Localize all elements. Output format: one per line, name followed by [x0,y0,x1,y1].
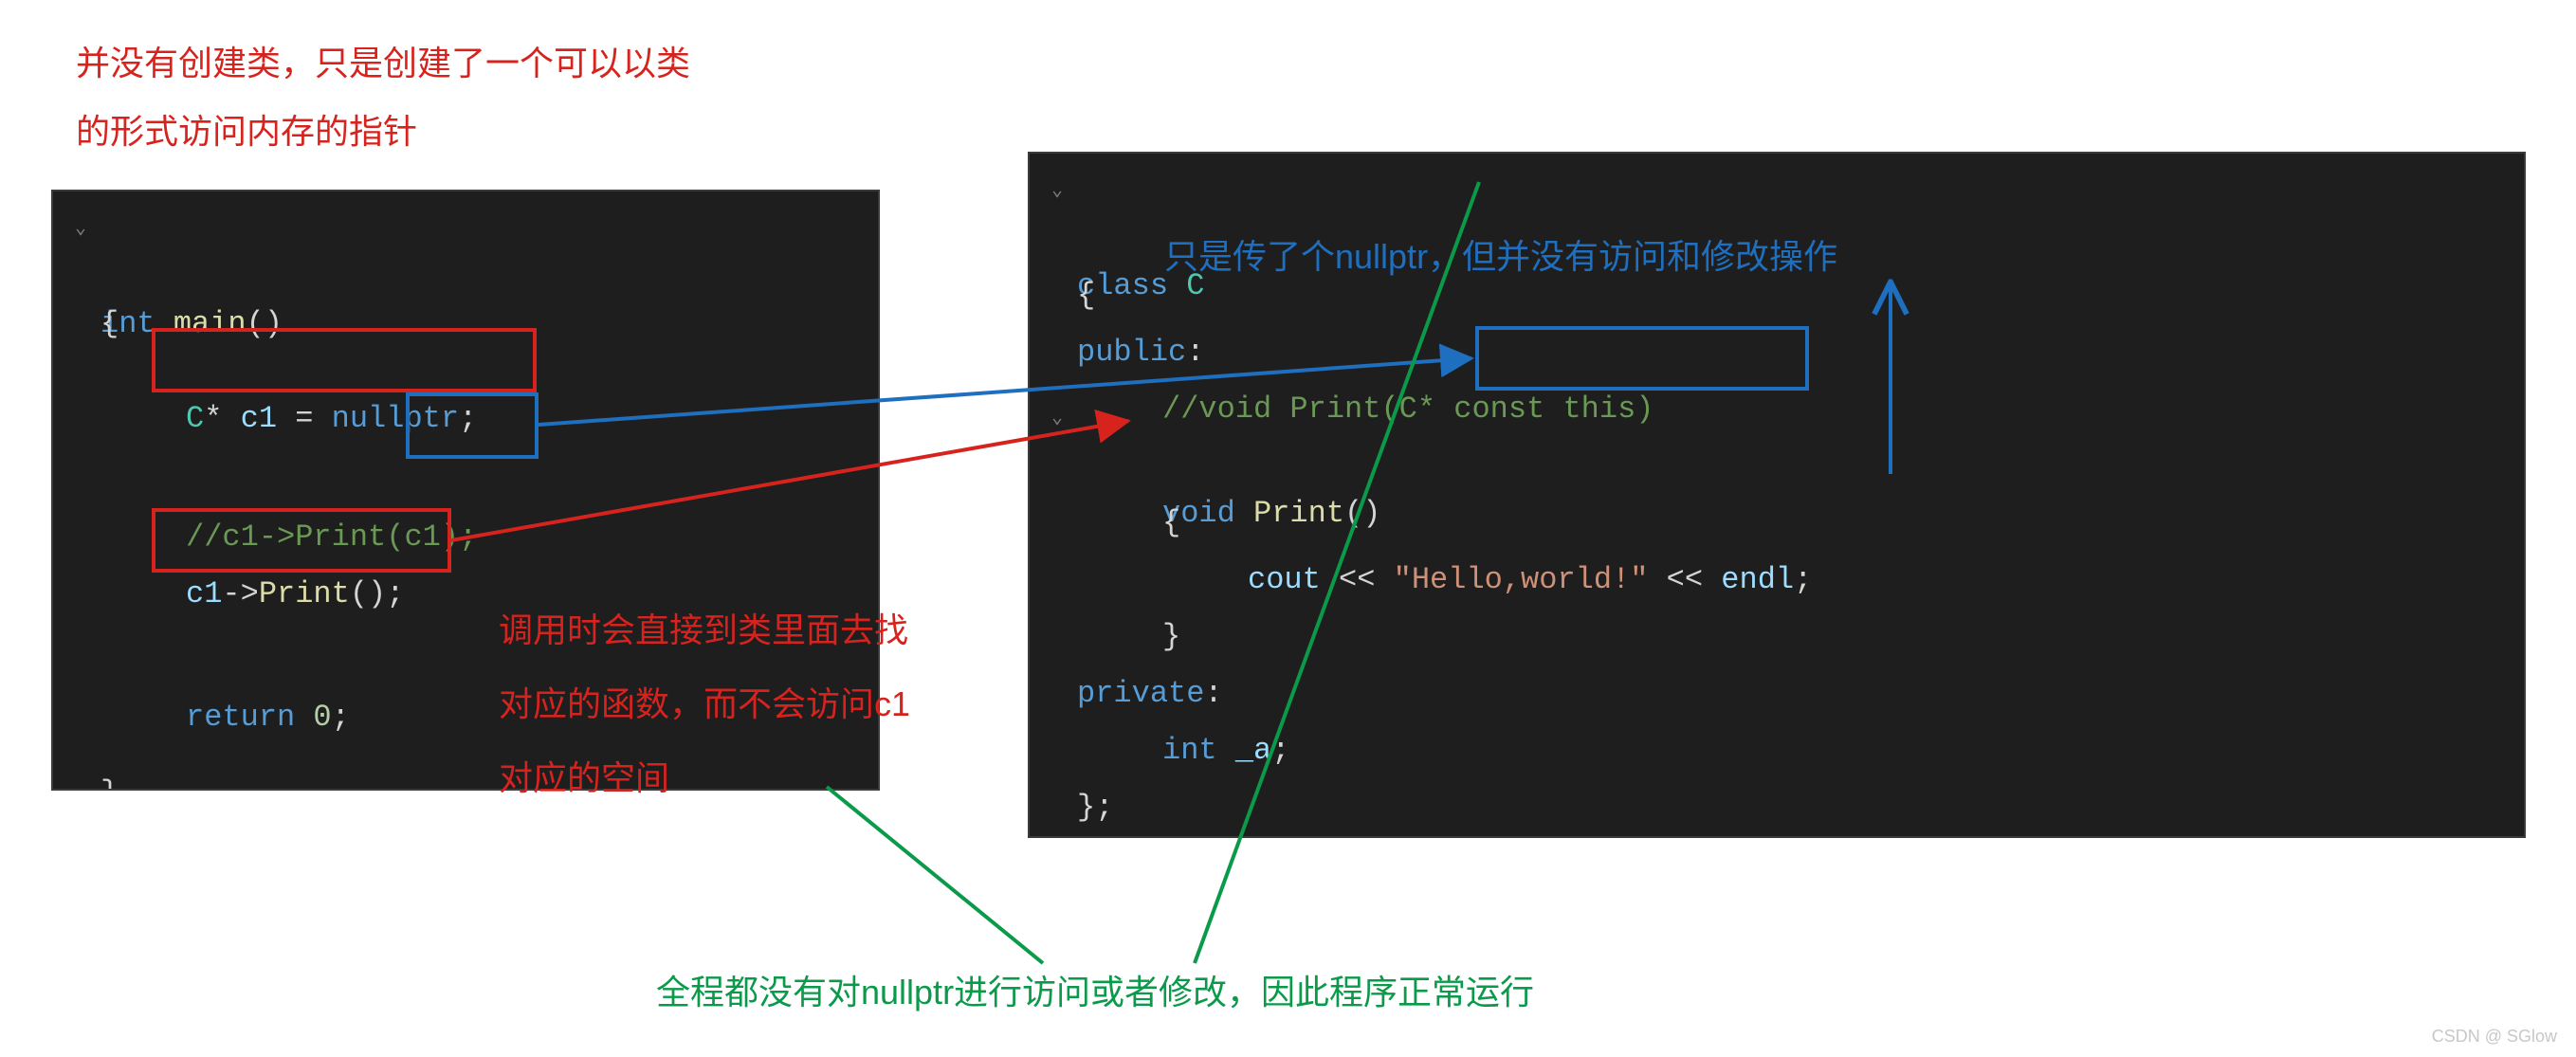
annotation-top-red-line1: 并没有创建类，只是创建了一个可以以类 [76,38,690,89]
annotation-mid-red-line2: 对应的函数，而不会访问c1 [499,679,910,730]
outline-empty-arg [406,392,539,459]
outline-nullptr-assign [152,328,537,392]
outline-call-print [152,508,451,573]
outline-this-param [1475,326,1809,391]
annotation-mid-red-line1: 调用时会直接到类里面去找 [499,605,908,656]
annotation-bottom-green: 全程都没有对nullptr进行访问或者修改，因此程序正常运行 [656,967,1534,1018]
annotation-mid-red-line3: 对应的空间 [499,753,669,804]
fold-icon: ⌄ [75,206,86,253]
watermark: CSDN @ SGlow [2432,1024,2557,1049]
fold-icon: ⌄ [1051,168,1063,215]
annotation-top-red-line2: 的形式访问内存的指针 [76,106,417,157]
annotation-right-blue: 只是传了个nullptr，但并没有访问和修改操作 [1164,231,1837,282]
line-green-left [827,787,1043,963]
fold-icon: ⌄ [1051,395,1063,443]
